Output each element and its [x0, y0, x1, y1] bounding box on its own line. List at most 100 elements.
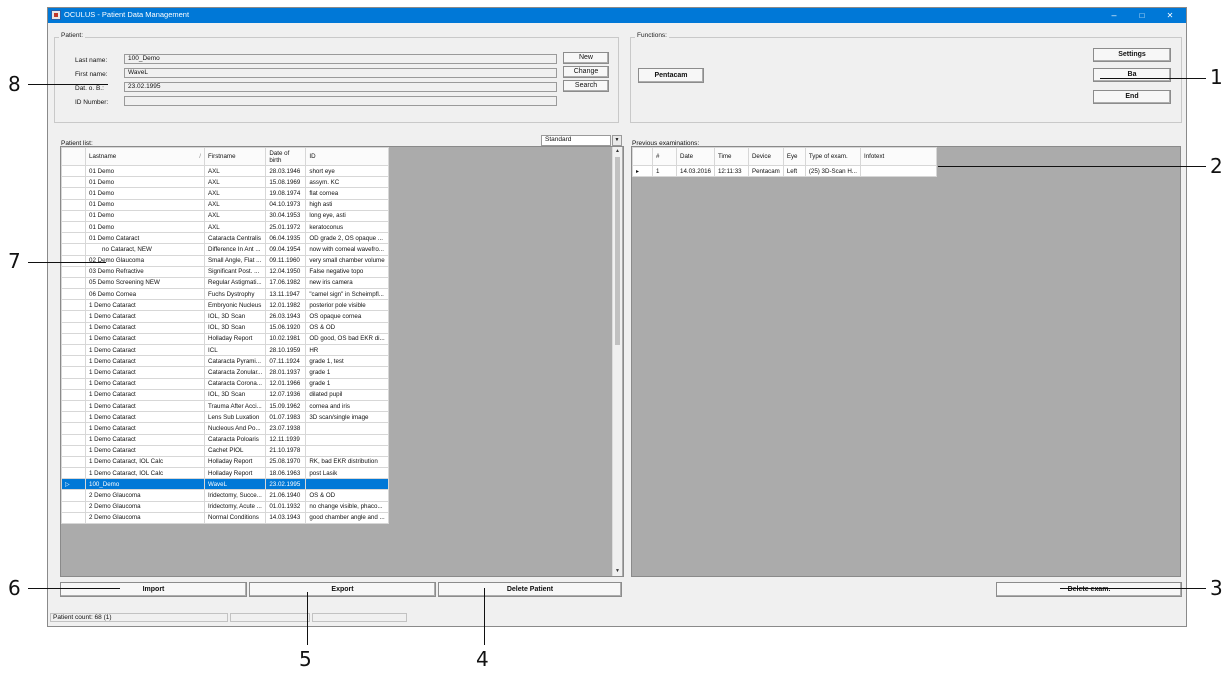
table-row[interactable]: 1 Demo Cataract Cachet PIOL 21.10.1978	[61, 444, 389, 457]
row-indicator[interactable]	[61, 265, 86, 278]
table-row[interactable]: 2 Demo Glaucoma Iridectomy, Acute ... 01.0…	[61, 500, 389, 513]
title-bar[interactable]: OCULUS - Patient Data Management – □ ✕	[48, 8, 1186, 23]
column-header-lastname[interactable]: Lastname /	[85, 147, 205, 166]
column-header-infotext[interactable]: Infotext	[859, 147, 937, 166]
maximize-button[interactable]: □	[1128, 9, 1156, 22]
row-indicator[interactable]	[61, 355, 86, 368]
table-row[interactable]: 01 Demo AXL 19.08.1974 flat cornea	[61, 187, 389, 200]
row-indicator[interactable]	[61, 299, 86, 312]
table-row[interactable]: 05 Demo Screening NEW Regular Astigmati..…	[61, 276, 389, 290]
table-row[interactable]: 1 Demo Cataract, IOL Calc Holladay Report…	[61, 455, 389, 469]
row-indicator[interactable]	[61, 422, 86, 435]
table-row[interactable]: 2 Demo Glaucoma Iridectomy, Succe... 21.06…	[61, 489, 389, 502]
table-row[interactable]: 01 Demo AXL 15.08.1969 assym. KC	[61, 176, 389, 189]
import-button[interactable]: Import	[60, 582, 247, 597]
table-row[interactable]: 01 Demo AXL 04.10.1973 high asti	[61, 198, 389, 211]
row-indicator[interactable]	[61, 433, 86, 446]
pentacam-button[interactable]: Pentacam	[638, 68, 704, 83]
new-button[interactable]: New	[563, 52, 609, 64]
close-button[interactable]: ✕	[1156, 9, 1184, 22]
row-indicator[interactable]	[61, 164, 86, 178]
table-row[interactable]: 1 Demo Cataract Lens Sub Luxation 01.07.19…	[61, 411, 389, 424]
row-indicator[interactable]	[61, 377, 86, 390]
table-row[interactable]: 01 Demo AXL 30.04.1953 long eye, asti	[61, 209, 389, 222]
table-row[interactable]: 1 Demo Cataract Nucleous And Po... 23.07.1…	[61, 422, 389, 435]
table-row[interactable]: ▸ 1 14.03.2016 12:11:33 Pentacam Left (25) 3D-…	[632, 164, 937, 178]
table-row[interactable]: 1 Demo Cataract ICL 28.10.1959 HR	[61, 343, 389, 357]
end-button[interactable]: End	[1093, 90, 1171, 104]
row-indicator[interactable]	[61, 343, 86, 357]
id-number-field[interactable]	[124, 96, 557, 106]
table-row[interactable]: 1 Demo Cataract Holladay Report 10.02.1981…	[61, 332, 389, 346]
row-indicator[interactable]	[61, 411, 86, 424]
column-header-id[interactable]: ID	[305, 147, 389, 166]
column-header-time[interactable]: Time	[713, 147, 749, 166]
table-row[interactable]: 2 Demo Glaucoma Normal Conditions 14.03.19…	[61, 511, 389, 525]
row-indicator[interactable]	[61, 310, 86, 323]
table-row[interactable]: 1 Demo Cataract IOL, 3D Scan 15.06.1920 OS …	[61, 321, 389, 334]
column-header-eye[interactable]: Eye	[782, 147, 806, 166]
table-row[interactable]: 01 Demo Cataract Cataracta Centralis 06.04…	[61, 232, 389, 245]
row-indicator[interactable]	[61, 366, 86, 379]
scroll-up-icon[interactable]: ▲	[613, 147, 622, 156]
table-row[interactable]: 06 Demo Cornea Fuchs Dystrophy 13.11.1947 "…	[61, 288, 389, 301]
table-row[interactable]: 1 Demo Cataract Cataracta Pyrami... 07.11.…	[61, 355, 389, 368]
table-row[interactable]: no Cataract, NEW Difference In Ant ... 09.…	[61, 243, 389, 256]
row-indicator[interactable]	[61, 511, 86, 525]
row-indicator[interactable]	[61, 276, 86, 290]
view-select[interactable]: Standard	[541, 135, 611, 146]
row-indicator[interactable]	[61, 489, 86, 502]
column-header-date[interactable]: Date	[676, 147, 715, 166]
first-name-field[interactable]: WaveL	[124, 68, 557, 78]
patient-list-scrollbar[interactable]: ▲ ▼	[612, 147, 622, 576]
row-indicator[interactable]	[61, 500, 86, 513]
column-header-device[interactable]: Device	[747, 147, 784, 166]
column-header-type-of-exam[interactable]: Type of exam.	[804, 147, 861, 166]
search-button[interactable]: Search	[563, 80, 609, 92]
row-indicator[interactable]	[61, 209, 86, 222]
row-indicator[interactable]	[61, 220, 86, 234]
column-header-date-of-birth[interactable]: Date of birth	[265, 147, 307, 166]
row-indicator[interactable]	[61, 232, 86, 245]
row-indicator[interactable]	[61, 187, 86, 200]
table-row[interactable]: 1 Demo Cataract IOL, 3D Scan 12.07.1936 dil…	[61, 388, 389, 401]
row-indicator[interactable]	[61, 321, 86, 334]
row-indicator[interactable]	[61, 444, 86, 457]
minimize-button[interactable]: –	[1100, 9, 1128, 22]
scrollbar-thumb[interactable]	[615, 157, 620, 345]
row-indicator[interactable]	[61, 243, 86, 256]
column-header-firstname[interactable]: Firstname	[203, 147, 267, 166]
chevron-down-icon[interactable]: ▼	[612, 135, 622, 146]
row-indicator[interactable]	[61, 399, 86, 413]
row-indicator[interactable]	[61, 254, 86, 267]
ba-button[interactable]: Ba	[1093, 68, 1171, 82]
table-row[interactable]: ▷ 100_Demo WaveL 23.02.1995	[61, 478, 389, 491]
delete-patient-button[interactable]: Delete Patient	[438, 582, 622, 597]
delete-exam-button[interactable]: Delete exam.	[996, 582, 1182, 597]
change-button[interactable]: Change	[563, 66, 609, 78]
settings-button[interactable]: Settings	[1093, 48, 1171, 62]
row-indicator[interactable]	[61, 332, 86, 346]
table-row[interactable]: 1 Demo Cataract Embryonic Nucleus 12.01.19…	[61, 299, 389, 312]
table-row[interactable]: 1 Demo Cataract Cataracta Zonular... 28.01…	[61, 366, 389, 379]
row-indicator[interactable]: ▷	[61, 478, 86, 491]
last-name-field[interactable]: 100_Demo	[124, 54, 557, 64]
row-indicator[interactable]	[61, 176, 86, 189]
table-row[interactable]: 01 Demo AXL 25.01.1972 keratoconus	[61, 220, 389, 234]
table-row[interactable]: 1 Demo Cataract Trauma After Acci... 15.09…	[61, 399, 389, 413]
dob-field[interactable]: 23.02.1995	[124, 82, 557, 92]
column-header-number[interactable]: #	[652, 147, 677, 166]
export-button[interactable]: Export	[249, 582, 436, 597]
table-row[interactable]: 02 Demo Glaucoma Small Angle, Flat ... 09.…	[61, 254, 389, 267]
table-row[interactable]: 01 Demo AXL 28.03.1946 short eye	[61, 164, 389, 178]
table-row[interactable]: 1 Demo Cataract Cataracta Corona... 12.01.…	[61, 377, 389, 390]
row-indicator[interactable]	[61, 288, 86, 301]
row-indicator[interactable]	[61, 455, 86, 469]
row-indicator[interactable]	[61, 388, 86, 401]
table-row[interactable]: 1 Demo Cataract IOL, 3D Scan 26.03.1943 OS …	[61, 310, 389, 323]
table-row[interactable]: 03 Demo Refractive Significant Post. ... 1…	[61, 265, 389, 278]
table-row[interactable]: 1 Demo Cataract Cataracta Poloaris 12.11.1…	[61, 433, 389, 446]
scroll-down-icon[interactable]: ▼	[613, 567, 622, 576]
row-indicator[interactable]	[61, 198, 86, 211]
row-indicator[interactable]	[61, 467, 86, 480]
